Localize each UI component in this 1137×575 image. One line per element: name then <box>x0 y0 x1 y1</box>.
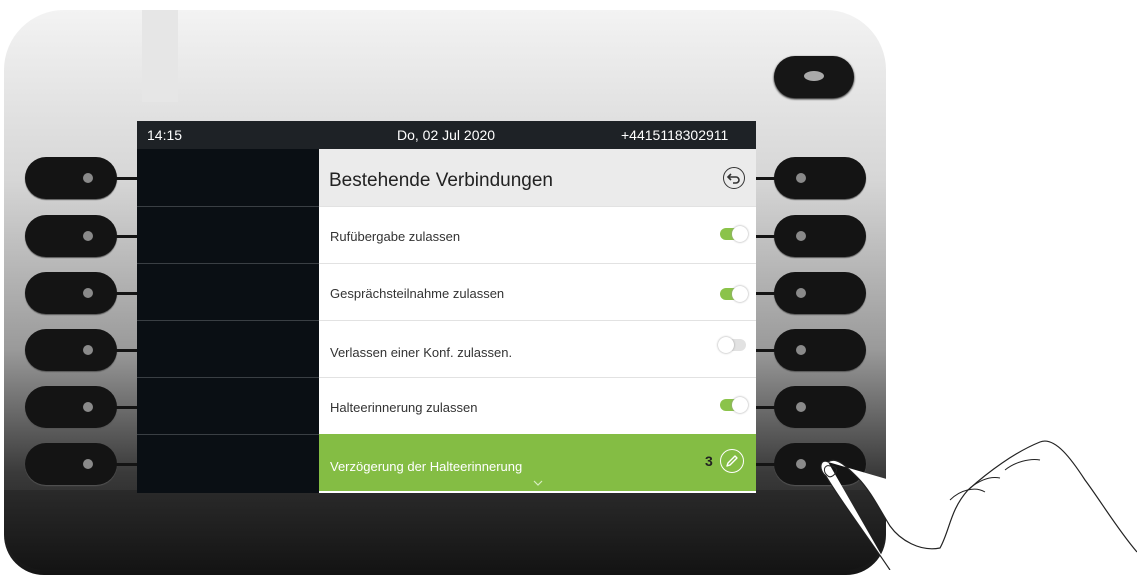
setting-row-call-join[interactable]: Gesprächsteilnahme zulassen <box>319 263 756 320</box>
setting-row-hold-reminder-delay[interactable]: Verzögerung der Halteerinnerung 3 <box>319 434 756 491</box>
status-date: Do, 02 Jul 2020 <box>397 127 496 143</box>
setting-row-hold-reminder[interactable]: Halteerinnerung zulassen <box>319 377 756 434</box>
setting-label: Rufübergabe zulassen <box>330 229 461 244</box>
top-hardware-key[interactable] <box>774 56 854 98</box>
left-softkey-6[interactable] <box>25 443 117 485</box>
status-number: +4415118302911 <box>621 127 729 143</box>
left-softkey-4[interactable] <box>25 329 117 371</box>
panel-header: Bestehende Verbindungen <box>319 149 756 206</box>
toggle-switch[interactable] <box>720 286 748 302</box>
left-softkey-labels <box>137 149 319 493</box>
status-bar: 14:15 Do, 02 Jul 2020 +4415118302911 <box>137 121 756 149</box>
key-lamp-icon <box>804 71 824 81</box>
setting-value: 3 <box>705 453 713 469</box>
phone-base <box>4 490 886 570</box>
setting-label: Gesprächsteilnahme zulassen <box>330 286 505 301</box>
message-led <box>142 10 178 102</box>
edit-button[interactable] <box>720 449 744 473</box>
toggle-switch[interactable] <box>720 397 748 413</box>
setting-label: Verlassen einer Konf. zulassen. <box>330 345 513 360</box>
right-softkey-4[interactable] <box>774 329 866 371</box>
setting-row-call-transfer[interactable]: Rufübergabe zulassen <box>319 206 756 263</box>
settings-panel: Bestehende Verbindungen Rufübergabe zula… <box>319 149 756 493</box>
chevron-down-icon <box>533 480 543 486</box>
right-softkey-5[interactable] <box>774 386 866 428</box>
setting-row-leave-conference[interactable]: Verlassen einer Konf. zulassen. <box>319 320 756 377</box>
phone-screen: 14:15 Do, 02 Jul 2020 +4415118302911 Bes… <box>137 121 756 493</box>
pencil-icon <box>726 455 738 467</box>
toggle-switch[interactable] <box>720 226 748 242</box>
left-softkey-5[interactable] <box>25 386 117 428</box>
back-arrow-icon <box>726 173 740 184</box>
setting-label: Verzögerung der Halteerinnerung <box>330 459 523 474</box>
toggle-switch[interactable] <box>718 337 746 353</box>
right-softkey-1[interactable] <box>774 157 866 199</box>
back-button[interactable] <box>723 167 745 189</box>
right-softkey-3[interactable] <box>774 272 866 314</box>
right-softkey-2[interactable] <box>774 215 866 257</box>
left-softkey-3[interactable] <box>25 272 117 314</box>
left-softkey-2[interactable] <box>25 215 117 257</box>
status-time: 14:15 <box>147 127 183 143</box>
page-title: Bestehende Verbindungen <box>329 170 553 191</box>
left-softkey-1[interactable] <box>25 157 117 199</box>
pointing-hand-icon <box>820 440 1137 570</box>
setting-label: Halteerinnerung zulassen <box>330 400 478 415</box>
